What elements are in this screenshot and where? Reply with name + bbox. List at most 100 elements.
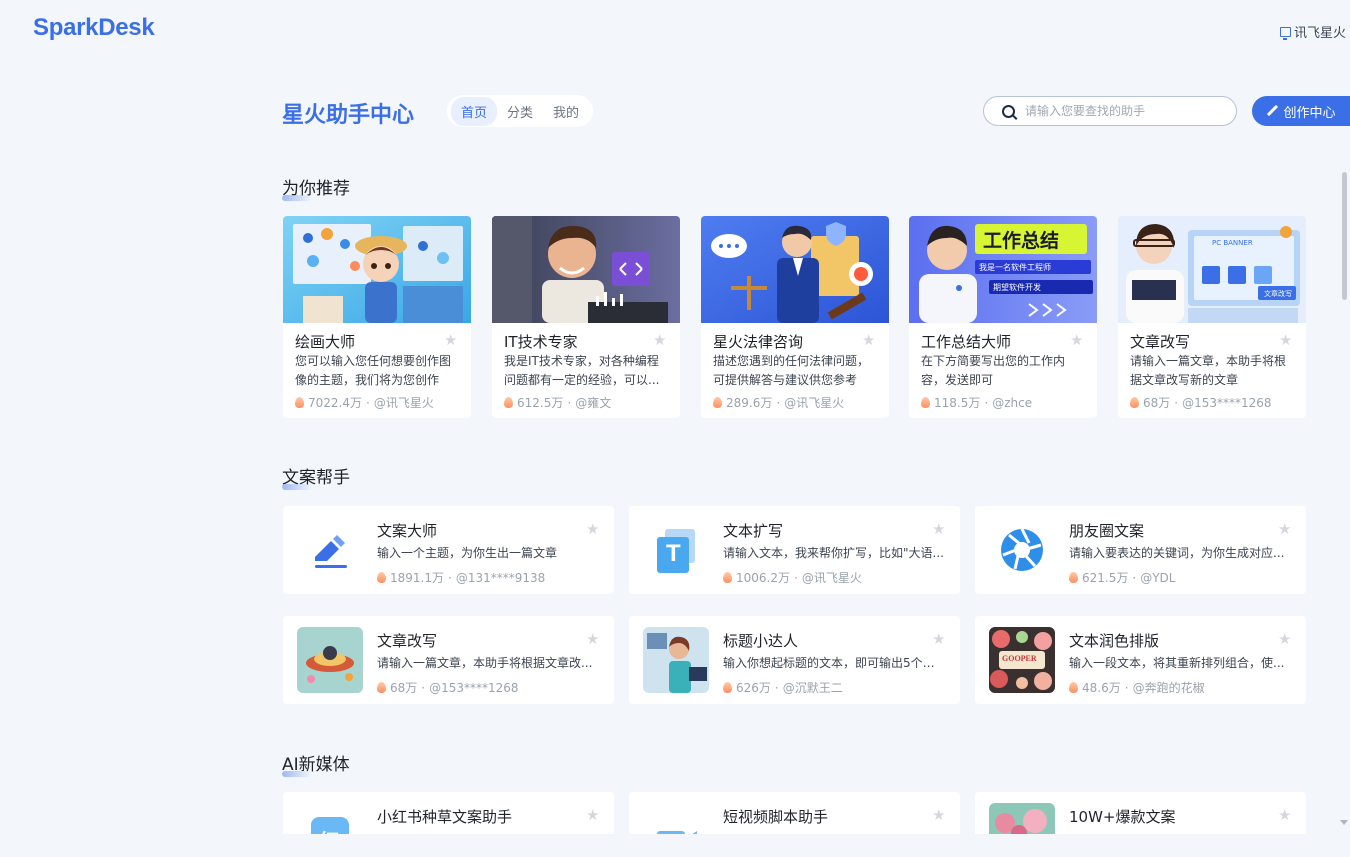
create-center-label: 创作中心 — [1283, 105, 1336, 121]
recommend-card[interactable]: 工作总结 我是一名软件工程师 期望软件开发 工作总结大师 ★ 在下方简要写出您的… — [909, 216, 1097, 418]
card-meta: 1006.2万 · @讯飞星火 — [723, 569, 862, 586]
star-icon[interactable]: ★ — [932, 808, 946, 823]
legal-consult-image — [701, 216, 889, 323]
article-rewrite-image: PC BANNER 文章改写 — [1118, 216, 1306, 323]
card-meta: 68万 · @153****1268 — [377, 679, 519, 696]
tab-mine[interactable]: 我的 — [543, 97, 589, 126]
search-box — [983, 96, 1237, 126]
painting-master-image — [283, 216, 471, 323]
banner-text: 我是一名软件工程师 — [979, 263, 1051, 272]
star-icon[interactable]: ★ — [1278, 522, 1292, 537]
card-meta: 1891.1万 · @131****9138 — [377, 569, 545, 586]
fire-icon — [1069, 572, 1078, 583]
banner-text: 工作总结 — [983, 230, 1060, 252]
card-title: 文本扩写 — [723, 522, 784, 540]
fire-icon — [1130, 397, 1139, 408]
fire-icon — [921, 397, 930, 408]
recommend-card[interactable]: PC BANNER 文章改写 文章改写 ★ 请输入一篇文章，本助手将根据文章改写… — [1118, 216, 1306, 418]
viewport-bottom-edge — [0, 834, 1350, 857]
card-title: 小红书种草文案助手 — [377, 808, 513, 826]
card-title: 文案大师 — [377, 522, 438, 540]
fire-icon — [723, 572, 732, 583]
assistant-card[interactable]: T 文本扩写 ★ 请输入文本，我来帮你扩写，比如"大语... 1006.2万 · @… — [629, 506, 960, 594]
fire-icon — [377, 682, 386, 693]
card-meta: 621.5万 · @YDL — [1069, 569, 1175, 586]
card-description: 请输入文本，我来帮你扩写，比如"大语... — [723, 546, 944, 560]
assistant-card[interactable]: GOOPER 文本润色排版 ★ 输入一段文本，将其重新排列组合，使... 48.… — [975, 616, 1306, 704]
hot-count: 612.5万 — [517, 396, 564, 410]
article-rewrite-thumbnail — [297, 627, 363, 693]
card-description: 请输入一篇文章，本助手将根据文章改写新的文章 — [1130, 354, 1287, 387]
assistant-card[interactable]: 文章改写 ★ 请输入一篇文章，本助手将根据文章改... 68万 · @153****… — [283, 616, 614, 704]
star-icon[interactable]: ★ — [586, 522, 600, 537]
star-icon[interactable]: ★ — [586, 808, 600, 823]
card-title: IT技术专家 — [504, 333, 578, 351]
top-right-label: 讯飞星火 — [1293, 26, 1346, 41]
brand-logo[interactable]: SparkDesk — [33, 14, 155, 42]
card-description: 输入一段文本，将其重新排列组合，使... — [1069, 656, 1285, 670]
card-meta: 612.5万 · @雍文 — [504, 394, 611, 411]
star-icon[interactable]: ★ — [862, 333, 876, 348]
fire-icon — [504, 397, 513, 408]
hot-count: 289.6万 — [726, 396, 773, 410]
banner-text: 期望软件开发 — [993, 283, 1041, 292]
card-title: 10W+爆款文案 — [1069, 808, 1176, 826]
star-icon[interactable]: ★ — [653, 333, 667, 348]
hot-count: 7022.4万 — [308, 396, 362, 410]
star-icon[interactable]: ★ — [1070, 333, 1084, 348]
icon-letter: T — [666, 540, 681, 567]
create-center-button[interactable]: 创作中心 — [1252, 96, 1350, 126]
card-title: 文本润色排版 — [1069, 632, 1160, 650]
card-description: 我是IT技术专家，对各种编程问题都有一定的经验，可以... — [504, 354, 660, 387]
card-description: 请输入一篇文章，本助手将根据文章改... — [377, 656, 593, 670]
hot-count: 118.5万 — [934, 396, 981, 410]
star-icon[interactable]: ★ — [586, 632, 600, 647]
card-meta: 48.6万 · @奔跑的花椒 — [1069, 679, 1205, 696]
assistant-card[interactable]: 文案大师 ★ 输入一个主题，为你生出一篇文章 1891.1万 · @131****9… — [283, 506, 614, 594]
section-title-recommend: 为你推荐 — [282, 179, 350, 201]
star-icon[interactable]: ★ — [1278, 632, 1292, 647]
recommend-card[interactable]: 星火法律咨询 ★ 描述您遇到的任何法律问题，可提供解答与建议供您参考 289.6… — [701, 216, 889, 418]
star-icon[interactable]: ★ — [932, 632, 946, 647]
fire-icon — [1069, 682, 1078, 693]
card-meta: 7022.4万 · @讯飞星火 — [295, 394, 434, 411]
fire-icon — [713, 397, 722, 408]
card-description: 输入一个主题，为你生出一篇文章 — [377, 546, 558, 560]
it-expert-image — [492, 216, 680, 323]
card-meta: 68万 · @153****1268 — [1130, 394, 1272, 411]
tab-bar: 首页 分类 我的 — [447, 95, 594, 127]
tab-home[interactable]: 首页 — [451, 96, 498, 126]
assistant-card[interactable]: 朋友圈文案 ★ 请输入要表达的关键词，为你生成对应... 621.5万 · @YDL — [975, 506, 1306, 594]
card-title: 短视频脚本助手 — [723, 808, 829, 826]
star-icon[interactable]: ★ — [444, 333, 458, 348]
search-input[interactable] — [1025, 104, 1215, 118]
card-title: 朋友圈文案 — [1069, 522, 1145, 540]
top-right-link[interactable]: 讯飞星火 — [1279, 22, 1346, 41]
section-title-copywriting: 文案帮手 — [282, 468, 350, 490]
card-description: 在下方简要写出您的工作内容，发送即可 — [921, 354, 1066, 387]
card-description: 请输入要表达的关键词，为你生成对应... — [1069, 546, 1285, 560]
page-title: 星火助手中心 — [282, 103, 415, 128]
card-title: 文章改写 — [1130, 333, 1191, 351]
title-master-thumbnail — [643, 627, 709, 693]
banner-text: 文章改写 — [1264, 290, 1292, 298]
star-icon[interactable]: ★ — [1279, 333, 1293, 348]
star-icon[interactable]: ★ — [932, 522, 946, 537]
text-polish-thumbnail: GOOPER — [989, 627, 1055, 693]
search-icon[interactable] — [1002, 104, 1015, 118]
assistant-card[interactable]: 标题小达人 ★ 输入你想起标题的文本，即可输出5个文... 626万 · @沉默王二 — [629, 616, 960, 704]
textbox-icon: T — [643, 517, 709, 583]
recommend-card[interactable]: IT技术专家 ★ 我是IT技术专家，对各种编程问题都有一定的经验，可以... 6… — [492, 216, 680, 418]
fire-icon — [295, 397, 304, 408]
banner-text: PC BANNER — [1212, 239, 1253, 247]
card-description: 输入你想起标题的文本，即可输出5个文... — [723, 656, 945, 670]
monitor-icon — [1279, 26, 1291, 40]
scrollbar-thumb[interactable] — [1342, 172, 1347, 300]
star-icon[interactable]: ★ — [1278, 808, 1292, 823]
recommend-card[interactable]: 绘画大师 ★ 您可以输入您任何想要创作图像的主题，我们将为您创作 7022.4万… — [283, 216, 471, 418]
tab-category[interactable]: 分类 — [497, 97, 543, 126]
card-title: 星火法律咨询 — [713, 333, 804, 351]
scroll-down-arrow[interactable] — [1340, 820, 1348, 825]
author: @雍文 — [575, 396, 612, 410]
card-meta: 118.5万 · @zhce — [921, 394, 1032, 411]
